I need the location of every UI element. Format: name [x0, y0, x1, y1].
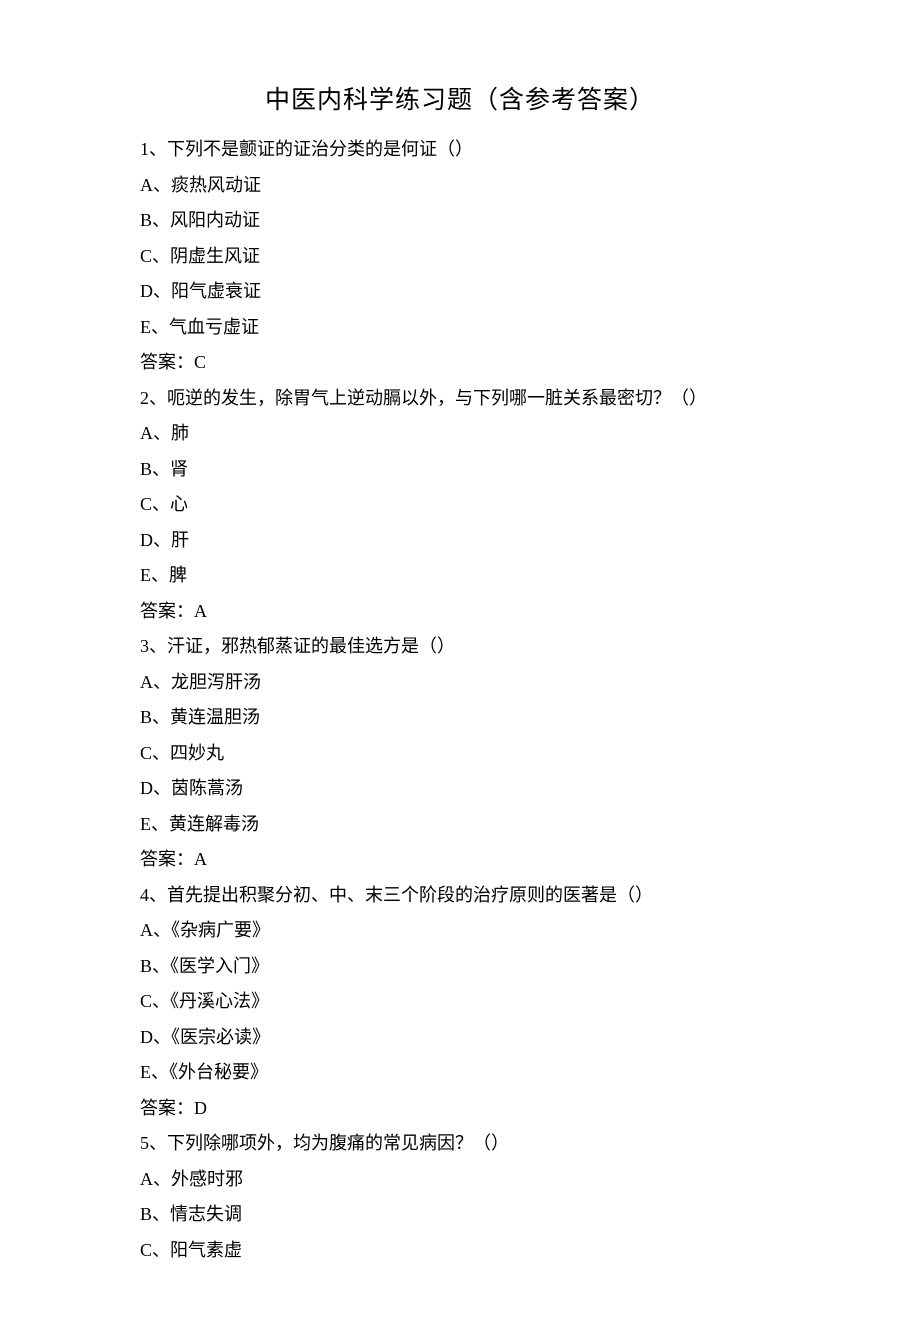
option-d: D、《医宗必读》 — [140, 1022, 780, 1054]
option-e: E、脾 — [140, 560, 780, 592]
answer-line: 答案：A — [140, 844, 780, 876]
question-stem: 3、汗证，邪热郁蒸证的最佳选方是（） — [140, 631, 780, 663]
option-c: C、阴虚生风证 — [140, 241, 780, 273]
question-stem: 2、呃逆的发生，除胃气上逆动膈以外，与下列哪一脏关系最密切？（） — [140, 383, 780, 415]
answer-line: 答案：D — [140, 1093, 780, 1125]
option-c: C、阳气素虚 — [140, 1235, 780, 1267]
option-a: A、龙胆泻肝汤 — [140, 667, 780, 699]
option-c: C、心 — [140, 489, 780, 521]
question-1: 1、下列不是颤证的证治分类的是何证（） A、痰热风动证 B、风阳内动证 C、阴虚… — [140, 134, 780, 379]
answer-line: 答案：C — [140, 347, 780, 379]
option-e: E、《外台秘要》 — [140, 1057, 780, 1089]
answer-line: 答案：A — [140, 596, 780, 628]
option-d: D、茵陈蒿汤 — [140, 773, 780, 805]
option-e: E、黄连解毒汤 — [140, 809, 780, 841]
option-b: B、风阳内动证 — [140, 205, 780, 237]
question-stem: 1、下列不是颤证的证治分类的是何证（） — [140, 134, 780, 166]
question-stem: 4、首先提出积聚分初、中、末三个阶段的治疗原则的医著是（） — [140, 880, 780, 912]
option-a: A、痰热风动证 — [140, 170, 780, 202]
question-3: 3、汗证，邪热郁蒸证的最佳选方是（） A、龙胆泻肝汤 B、黄连温胆汤 C、四妙丸… — [140, 631, 780, 876]
page-title: 中医内科学练习题（含参考答案） — [140, 80, 780, 116]
option-b: B、《医学入门》 — [140, 951, 780, 983]
option-b: B、黄连温胆汤 — [140, 702, 780, 734]
question-stem: 5、下列除哪项外，均为腹痛的常见病因？（） — [140, 1128, 780, 1160]
option-b: B、肾 — [140, 454, 780, 486]
option-d: D、肝 — [140, 525, 780, 557]
option-e: E、气血亏虚证 — [140, 312, 780, 344]
option-c: C、《丹溪心法》 — [140, 986, 780, 1018]
question-4: 4、首先提出积聚分初、中、末三个阶段的治疗原则的医著是（） A、《杂病广要》 B… — [140, 880, 780, 1125]
question-5: 5、下列除哪项外，均为腹痛的常见病因？（） A、外感时邪 B、情志失调 C、阳气… — [140, 1128, 780, 1266]
option-a: A、《杂病广要》 — [140, 915, 780, 947]
option-a: A、外感时邪 — [140, 1164, 780, 1196]
question-2: 2、呃逆的发生，除胃气上逆动膈以外，与下列哪一脏关系最密切？（） A、肺 B、肾… — [140, 383, 780, 628]
option-a: A、肺 — [140, 418, 780, 450]
option-d: D、阳气虚衰证 — [140, 276, 780, 308]
option-c: C、四妙丸 — [140, 738, 780, 770]
option-b: B、情志失调 — [140, 1199, 780, 1231]
